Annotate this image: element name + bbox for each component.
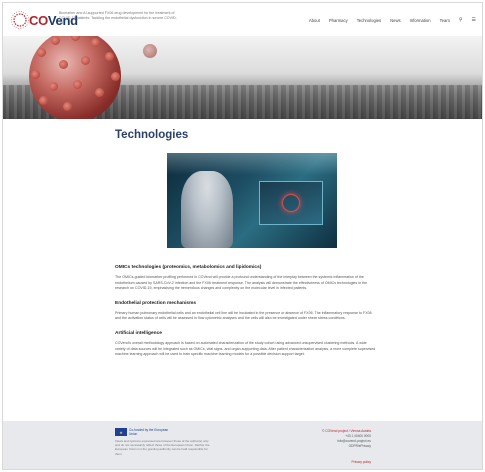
- menu-icon[interactable]: ☰: [472, 17, 476, 23]
- section-title: Endothelial protection mechanisms: [115, 300, 197, 306]
- eu-flag-icon: ★: [115, 428, 127, 436]
- section-title: OMICs technologies (proteomics, metabolo…: [115, 265, 262, 270]
- section-text: COVend's overall methodology approach is…: [115, 340, 376, 357]
- section-text: Primary human pulmonary endothelial cell…: [115, 310, 372, 321]
- photo-light: [167, 153, 337, 175]
- nav-about[interactable]: About: [309, 18, 320, 23]
- photo-target-ring: [282, 194, 300, 212]
- site-header: COVend Biomarker and AI-supported FX06 d…: [3, 3, 482, 36]
- site-footer: ★ Co-funded by the European Union Views …: [3, 421, 482, 469]
- footer-gdpr[interactable]: GDPR/ePrivacy: [322, 444, 371, 449]
- section-title: Artificial intelligence: [115, 330, 162, 336]
- section-omics: OMICs technologies (proteomics, metabolo…: [115, 265, 377, 292]
- nav-information[interactable]: Information: [410, 18, 431, 23]
- browser-page: COVend Biomarker and AI-supported FX06 d…: [2, 2, 483, 470]
- section-ai: Artificial intelligence COVend's overall…: [115, 331, 377, 358]
- photo-scientist: [181, 171, 233, 248]
- search-icon[interactable]: ⚲: [459, 17, 463, 23]
- nav-team[interactable]: Team: [440, 18, 450, 23]
- section-text: The OMICs-guided biomarker profiling per…: [115, 275, 367, 291]
- virus-illustration: [29, 36, 121, 119]
- small-virus-illustration: [143, 44, 157, 58]
- nav-pharmacy[interactable]: Pharmacy: [329, 18, 348, 23]
- eu-funding-label: Co-funded by the European Union: [129, 428, 169, 436]
- nav-technologies[interactable]: Technologies: [357, 18, 381, 23]
- footer-contact: © COVend project / Vienna Austria +43 1 …: [322, 429, 371, 449]
- main-content: Technologies OMICs technologies (proteom…: [115, 129, 377, 358]
- section-endothelial: Endothelial protection mechanisms Primar…: [115, 301, 377, 322]
- site-tagline: Biomarker and AI-supported FX06 drug dev…: [59, 11, 177, 25]
- logo-prefix: CO: [29, 12, 48, 28]
- page-title: Technologies: [115, 129, 189, 141]
- photo-monitor: [259, 181, 323, 225]
- virus-logo-icon: [11, 11, 29, 29]
- lab-photo: [167, 153, 337, 248]
- footer-disclaimer: Views and opinions expressed are however…: [115, 439, 210, 456]
- hero-banner: [3, 36, 482, 119]
- privacy-link[interactable]: Privacy policy: [352, 460, 372, 464]
- main-nav: About Pharmacy Technologies News Informa…: [309, 17, 476, 23]
- nav-news[interactable]: News: [390, 18, 400, 23]
